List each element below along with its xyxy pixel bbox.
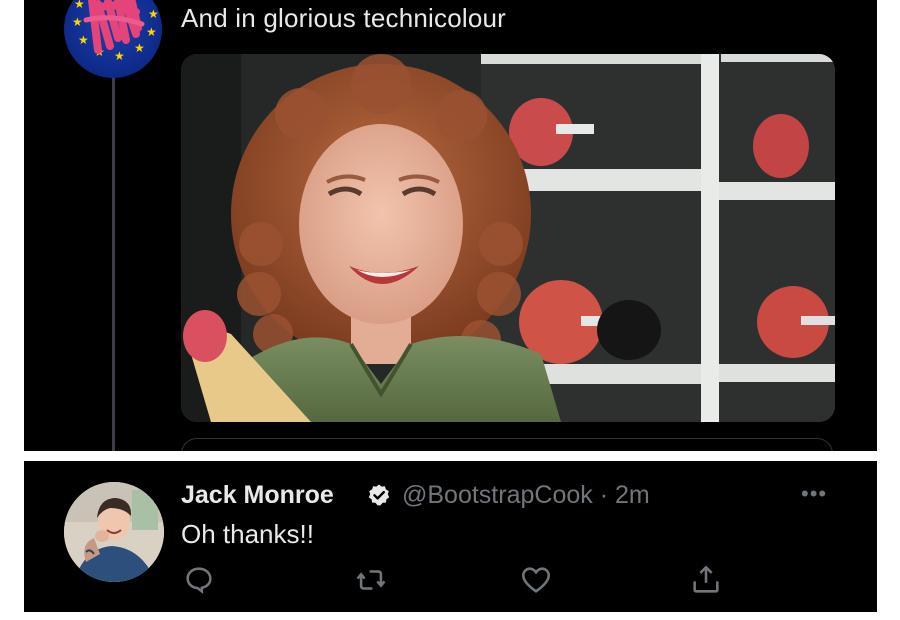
verified-badge-icon: [367, 483, 391, 512]
reply-text: Oh thanks!!: [181, 519, 314, 549]
like-icon[interactable]: [519, 563, 553, 597]
display-name[interactable]: Jack Monroe: [181, 481, 334, 510]
user-avatar[interactable]: [64, 482, 164, 582]
retweet-icon[interactable]: [354, 563, 388, 597]
thread-connector-line: [112, 70, 115, 451]
quoted-card-edge: [181, 438, 833, 451]
handle-and-time[interactable]: @BootstrapCook · 2m: [402, 481, 650, 510]
previous-tweet[interactable]: ★ ★ ★ ★ ★ ★ ★ ★ And in glorious technico…: [24, 0, 877, 451]
reply-icon[interactable]: [182, 563, 216, 597]
reply-tweet[interactable]: Jack Monroe @BootstrapCook · 2m ••• Oh t…: [24, 461, 877, 612]
tweet-media-photo[interactable]: [181, 54, 835, 422]
pink-scribble-icon: [83, 0, 145, 54]
eu-flag-avatar-icon[interactable]: ★ ★ ★ ★ ★ ★ ★ ★: [64, 0, 162, 78]
share-icon[interactable]: [689, 563, 723, 597]
more-options-icon[interactable]: •••: [801, 481, 827, 507]
tweet-text: And in glorious technicolour: [181, 3, 507, 33]
